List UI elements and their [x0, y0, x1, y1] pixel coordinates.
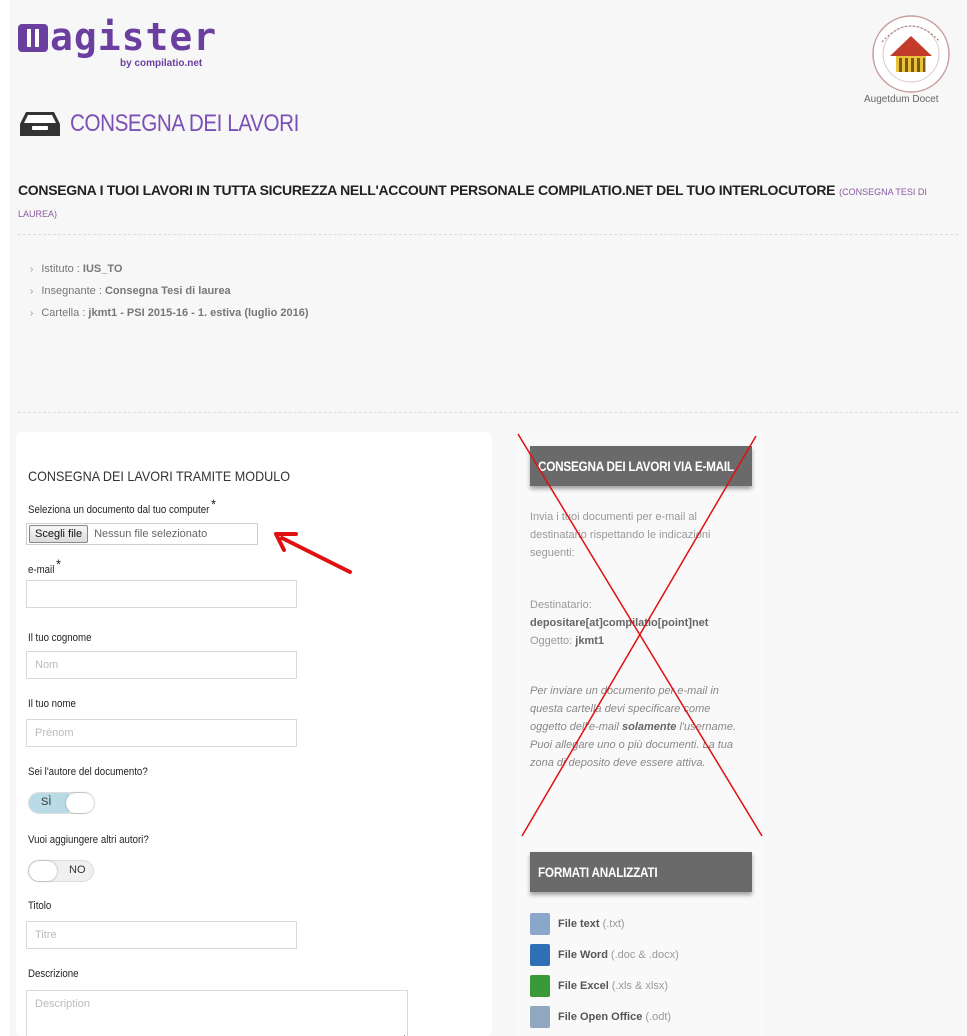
page-title: CONSEGNA DEI LAVORI [18, 110, 336, 138]
author-toggle[interactable]: SÌ [28, 792, 94, 814]
required-mark: * [56, 556, 61, 572]
name-field[interactable]: Prénom [26, 719, 297, 747]
divider [18, 234, 958, 235]
logo-m-glyph [18, 24, 48, 52]
format-item: File Open Office (.odt) [530, 1001, 679, 1032]
inbox-tray-icon [20, 112, 60, 136]
institute-motto: Augetdum Docet [864, 94, 939, 105]
description-field[interactable]: Description [26, 990, 408, 1036]
format-item: File text (.txt) [530, 908, 679, 939]
toggle-knob [66, 793, 94, 813]
logo-subtitle: by compilatio.net [120, 58, 203, 69]
logo-text: agister [50, 15, 218, 59]
folder-info-list: › Istituto : IUS_TO › Insegnante : Consegn… [30, 258, 309, 324]
title-field[interactable]: Titre [26, 921, 297, 949]
odt-file-icon [530, 1005, 550, 1028]
info-institute: › Istituto : IUS_TO [30, 263, 123, 275]
required-mark: * [211, 496, 216, 512]
divider [18, 412, 958, 413]
chevron-right-icon: › [30, 264, 34, 275]
coauthors-label: Vuoi aggiungere altri autori? [28, 834, 149, 846]
excel-file-icon [530, 974, 550, 997]
coauthors-toggle[interactable]: NO [28, 860, 94, 882]
info-folder: › Cartella : jkmt1 - PSI 2015-16 - 1. est… [30, 307, 309, 319]
info-teacher: › Insegnante : Consegna Tesi di laurea [30, 285, 231, 297]
file-label: Seleziona un documento dal tuo computer * [28, 496, 216, 516]
format-item: File Excel (.xls & xlsx) [530, 970, 679, 1001]
email-field[interactable] [26, 580, 297, 608]
description-label: Descrizione [28, 968, 79, 980]
red-arrow-annotation-icon [274, 532, 352, 574]
format-item: File Word (.doc & .docx) [530, 939, 679, 970]
institute-seal-icon [872, 15, 950, 93]
subtitle-main: CONSEGNA I TUOI LAVORI IN TUTTA SICUREZZ… [18, 182, 836, 198]
formats-panel-heading: FORMATI ANALIZZATI [530, 852, 752, 892]
chevron-right-icon: › [30, 286, 34, 297]
form-title: CONSEGNA DEI LAVORI TRAMITE MODULO [28, 468, 291, 484]
toggle-knob [29, 861, 57, 881]
magister-logo[interactable]: agister by compilatio.net [18, 15, 218, 69]
page-subtitle: CONSEGNA I TUOI LAVORI IN TUTTA SICUREZZ… [18, 180, 958, 224]
surname-label: Il tuo cognome [28, 632, 92, 644]
formats-list: File text (.txt) File Word (.doc & .docx) … [530, 908, 679, 1032]
choose-file-button[interactable]: Scegli file [29, 525, 89, 543]
email-label: e-mail * [28, 556, 61, 576]
red-cross-annotation-icon [517, 433, 763, 837]
file-status: Nessun file selezionato [94, 528, 208, 540]
toggle-label: NO [69, 864, 86, 876]
word-file-icon [530, 943, 550, 966]
author-label: Sei l'autore del documento? [28, 766, 148, 778]
toggle-label: SÌ [41, 796, 52, 808]
name-label: Il tuo nome [28, 698, 76, 710]
file-input[interactable]: Scegli file Nessun file selezionato [26, 523, 258, 545]
page-title-text: CONSEGNA DEI LAVORI [70, 110, 299, 137]
title-label: Titolo [28, 900, 52, 912]
chevron-right-icon: › [30, 308, 34, 319]
surname-field[interactable]: Nom [26, 651, 297, 679]
description-placeholder: Description [35, 998, 91, 1010]
txt-file-icon [530, 912, 550, 935]
